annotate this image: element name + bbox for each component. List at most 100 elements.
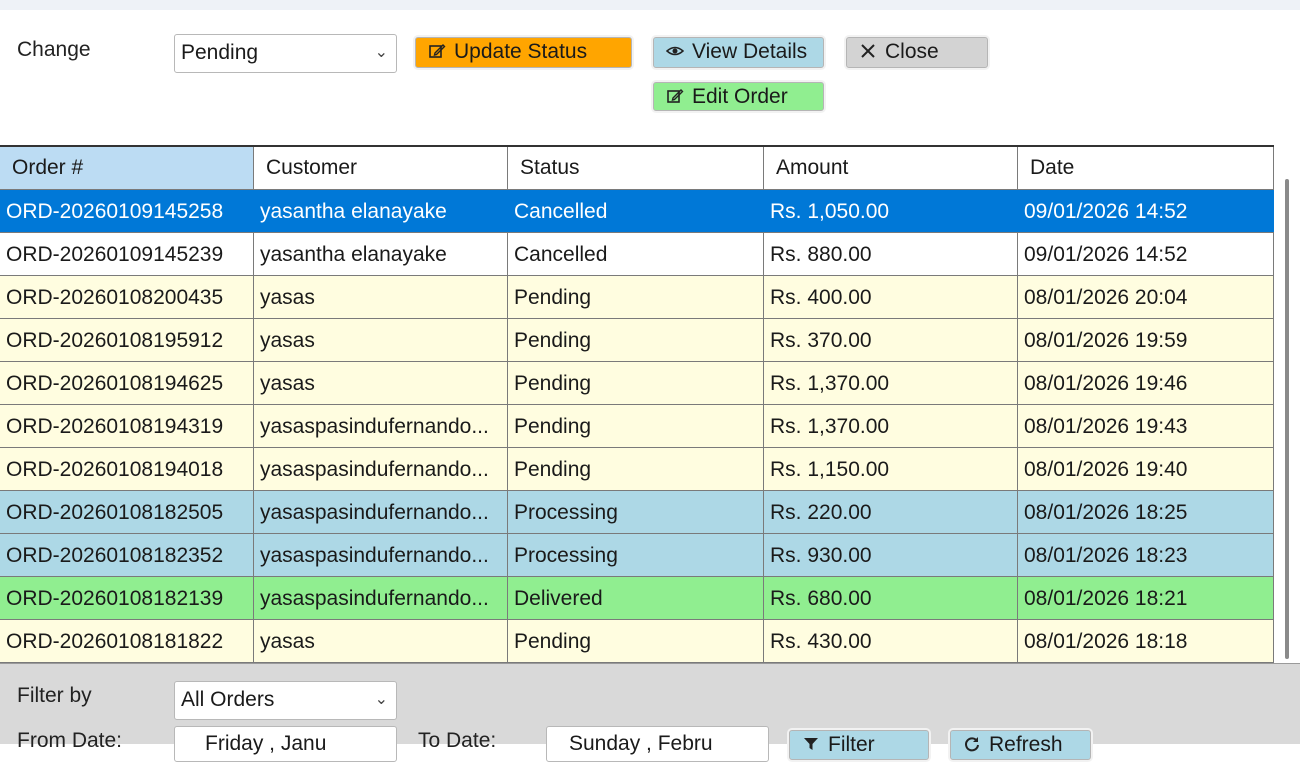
amount-cell[interactable]: Rs. 930.00	[764, 534, 1018, 576]
table-row[interactable]: ORD-20260109145239 yasantha elanayake Canc…	[0, 233, 1274, 276]
amount-cell[interactable]: Rs. 680.00	[764, 577, 1018, 619]
customer-cell[interactable]: yasas	[254, 620, 508, 662]
amount-cell[interactable]: Rs. 370.00	[764, 319, 1018, 361]
customer-cell[interactable]: yasas	[254, 319, 508, 361]
filter-select-value: All Orders	[181, 688, 275, 711]
customer-cell[interactable]: yasantha elanayake	[254, 233, 508, 275]
status-cell[interactable]: Processing	[508, 491, 764, 533]
date-cell[interactable]: 08/01/2026 19:43	[1018, 405, 1274, 447]
amount-cell[interactable]: Rs. 1,150.00	[764, 448, 1018, 490]
status-cell[interactable]: Cancelled	[508, 190, 764, 232]
order-cell[interactable]: ORD-20260108182352	[0, 534, 254, 576]
orders-grid[interactable]: Order # Customer Status Amount Date ORD-…	[0, 145, 1274, 663]
filter-button[interactable]: Filter	[789, 730, 929, 760]
edit-order-label: Edit Order	[692, 85, 788, 108]
status-cell[interactable]: Pending	[508, 276, 764, 318]
status-cell[interactable]: Processing	[508, 534, 764, 576]
date-cell[interactable]: 09/01/2026 14:52	[1018, 190, 1274, 232]
date-cell[interactable]: 09/01/2026 14:52	[1018, 233, 1274, 275]
table-row[interactable]: ORD-20260108182352 yasaspasindufernando..…	[0, 534, 1274, 577]
order-cell[interactable]: ORD-20260108195912	[0, 319, 254, 361]
to-date-picker[interactable]: Sunday , Febru	[546, 726, 769, 762]
amount-cell[interactable]: Rs. 1,370.00	[764, 362, 1018, 404]
date-cell[interactable]: 08/01/2026 19:46	[1018, 362, 1274, 404]
chevron-down-icon: ⌄	[374, 44, 388, 61]
amount-cell[interactable]: Rs. 430.00	[764, 620, 1018, 662]
status-cell[interactable]: Pending	[508, 448, 764, 490]
amount-cell[interactable]: Rs. 220.00	[764, 491, 1018, 533]
order-cell[interactable]: ORD-20260108181822	[0, 620, 254, 662]
order-cell[interactable]: ORD-20260108200435	[0, 276, 254, 318]
edit-order-button[interactable]: Edit Order	[653, 82, 824, 111]
customer-cell[interactable]: yasaspasindufernando...	[254, 448, 508, 490]
date-cell[interactable]: 08/01/2026 18:21	[1018, 577, 1274, 619]
status-cell[interactable]: Pending	[508, 405, 764, 447]
customer-cell[interactable]: yasantha elanayake	[254, 190, 508, 232]
date-cell[interactable]: 08/01/2026 18:25	[1018, 491, 1274, 533]
to-date-value: Sunday , Febru	[569, 732, 713, 755]
title-strip	[0, 0, 1300, 10]
table-row[interactable]: ORD-20260108182139 yasaspasindufernando..…	[0, 577, 1274, 620]
customer-cell[interactable]: yasaspasindufernando...	[254, 405, 508, 447]
amount-cell[interactable]: Rs. 1,370.00	[764, 405, 1018, 447]
filter-label: Filter	[828, 733, 875, 756]
customer-cell[interactable]: yasas	[254, 276, 508, 318]
filter-select[interactable]: All Orders ⌄	[174, 681, 397, 720]
edit-icon	[429, 44, 446, 58]
amount-cell[interactable]: Rs. 1,050.00	[764, 190, 1018, 232]
status-cell[interactable]: Pending	[508, 362, 764, 404]
order-cell[interactable]: ORD-20260109145239	[0, 233, 254, 275]
grid-header-row: Order # Customer Status Amount Date	[0, 147, 1274, 190]
amount-cell[interactable]: Rs. 880.00	[764, 233, 1018, 275]
status-cell[interactable]: Pending	[508, 319, 764, 361]
status-cell[interactable]: Cancelled	[508, 233, 764, 275]
status-cell[interactable]: Pending	[508, 620, 764, 662]
order-cell[interactable]: ORD-20260108194625	[0, 362, 254, 404]
table-row[interactable]: ORD-20260108182505 yasaspasindufernando..…	[0, 491, 1274, 534]
scrollbar-thumb[interactable]	[1285, 179, 1289, 659]
date-cell[interactable]: 08/01/2026 18:23	[1018, 534, 1274, 576]
order-cell[interactable]: ORD-20260108194018	[0, 448, 254, 490]
table-row[interactable]: ORD-20260108194319 yasaspasindufernando..…	[0, 405, 1274, 448]
order-cell[interactable]: ORD-20260108182139	[0, 577, 254, 619]
grid-body: ORD-20260109145258 yasantha elanayake Canc…	[0, 190, 1274, 663]
customer-cell[interactable]: yasaspasindufernando...	[254, 577, 508, 619]
date-cell[interactable]: 08/01/2026 19:40	[1018, 448, 1274, 490]
date-cell[interactable]: 08/01/2026 18:18	[1018, 620, 1274, 662]
table-row[interactable]: ORD-20260109145258 yasantha elanayake Canc…	[0, 190, 1274, 233]
order-cell[interactable]: ORD-20260108194319	[0, 405, 254, 447]
table-row[interactable]: ORD-20260108195912 yasas Pending Rs. 370.00…	[0, 319, 1274, 362]
table-row[interactable]: ORD-20260108181822 yasas Pending Rs. 430.00…	[0, 620, 1274, 663]
column-header-status[interactable]: Status	[508, 147, 764, 189]
column-header-amount[interactable]: Amount	[764, 147, 1018, 189]
date-cell[interactable]: 08/01/2026 19:59	[1018, 319, 1274, 361]
close-button[interactable]: Close	[846, 37, 988, 68]
column-header-customer[interactable]: Customer	[254, 147, 508, 189]
filter-by-label: Filter by	[17, 684, 92, 707]
chevron-down-icon: ⌄	[374, 691, 388, 708]
column-header-order[interactable]: Order #	[0, 147, 254, 189]
status-cell[interactable]: Delivered	[508, 577, 764, 619]
refresh-button[interactable]: Refresh	[950, 730, 1091, 760]
customer-cell[interactable]: yasas	[254, 362, 508, 404]
amount-cell[interactable]: Rs. 400.00	[764, 276, 1018, 318]
table-row[interactable]: ORD-20260108200435 yasas Pending Rs. 400.00…	[0, 276, 1274, 319]
table-row[interactable]: ORD-20260108194018 yasaspasindufernando..…	[0, 448, 1274, 491]
column-header-date[interactable]: Date	[1018, 147, 1274, 189]
view-details-button[interactable]: View Details	[653, 37, 824, 68]
refresh-icon	[965, 737, 979, 752]
order-cell[interactable]: ORD-20260109145258	[0, 190, 254, 232]
status-select[interactable]: Pending ⌄	[174, 34, 397, 73]
filter-panel: Filter by All Orders ⌄ From Date: Friday…	[0, 663, 1300, 762]
view-details-label: View Details	[692, 40, 808, 63]
date-cell[interactable]: 08/01/2026 20:04	[1018, 276, 1274, 318]
status-select-value: Pending	[181, 41, 259, 64]
customer-cell[interactable]: yasaspasindufernando...	[254, 491, 508, 533]
update-status-button[interactable]: Update Status	[415, 37, 632, 68]
table-row[interactable]: ORD-20260108194625 yasas Pending Rs. 1,370.…	[0, 362, 1274, 405]
grid-vertical-scrollbar[interactable]	[1274, 145, 1300, 663]
customer-cell[interactable]: yasaspasindufernando...	[254, 534, 508, 576]
order-cell[interactable]: ORD-20260108182505	[0, 491, 254, 533]
to-date-label: To Date:	[418, 729, 497, 752]
from-date-picker[interactable]: Friday , Janu	[174, 726, 397, 762]
